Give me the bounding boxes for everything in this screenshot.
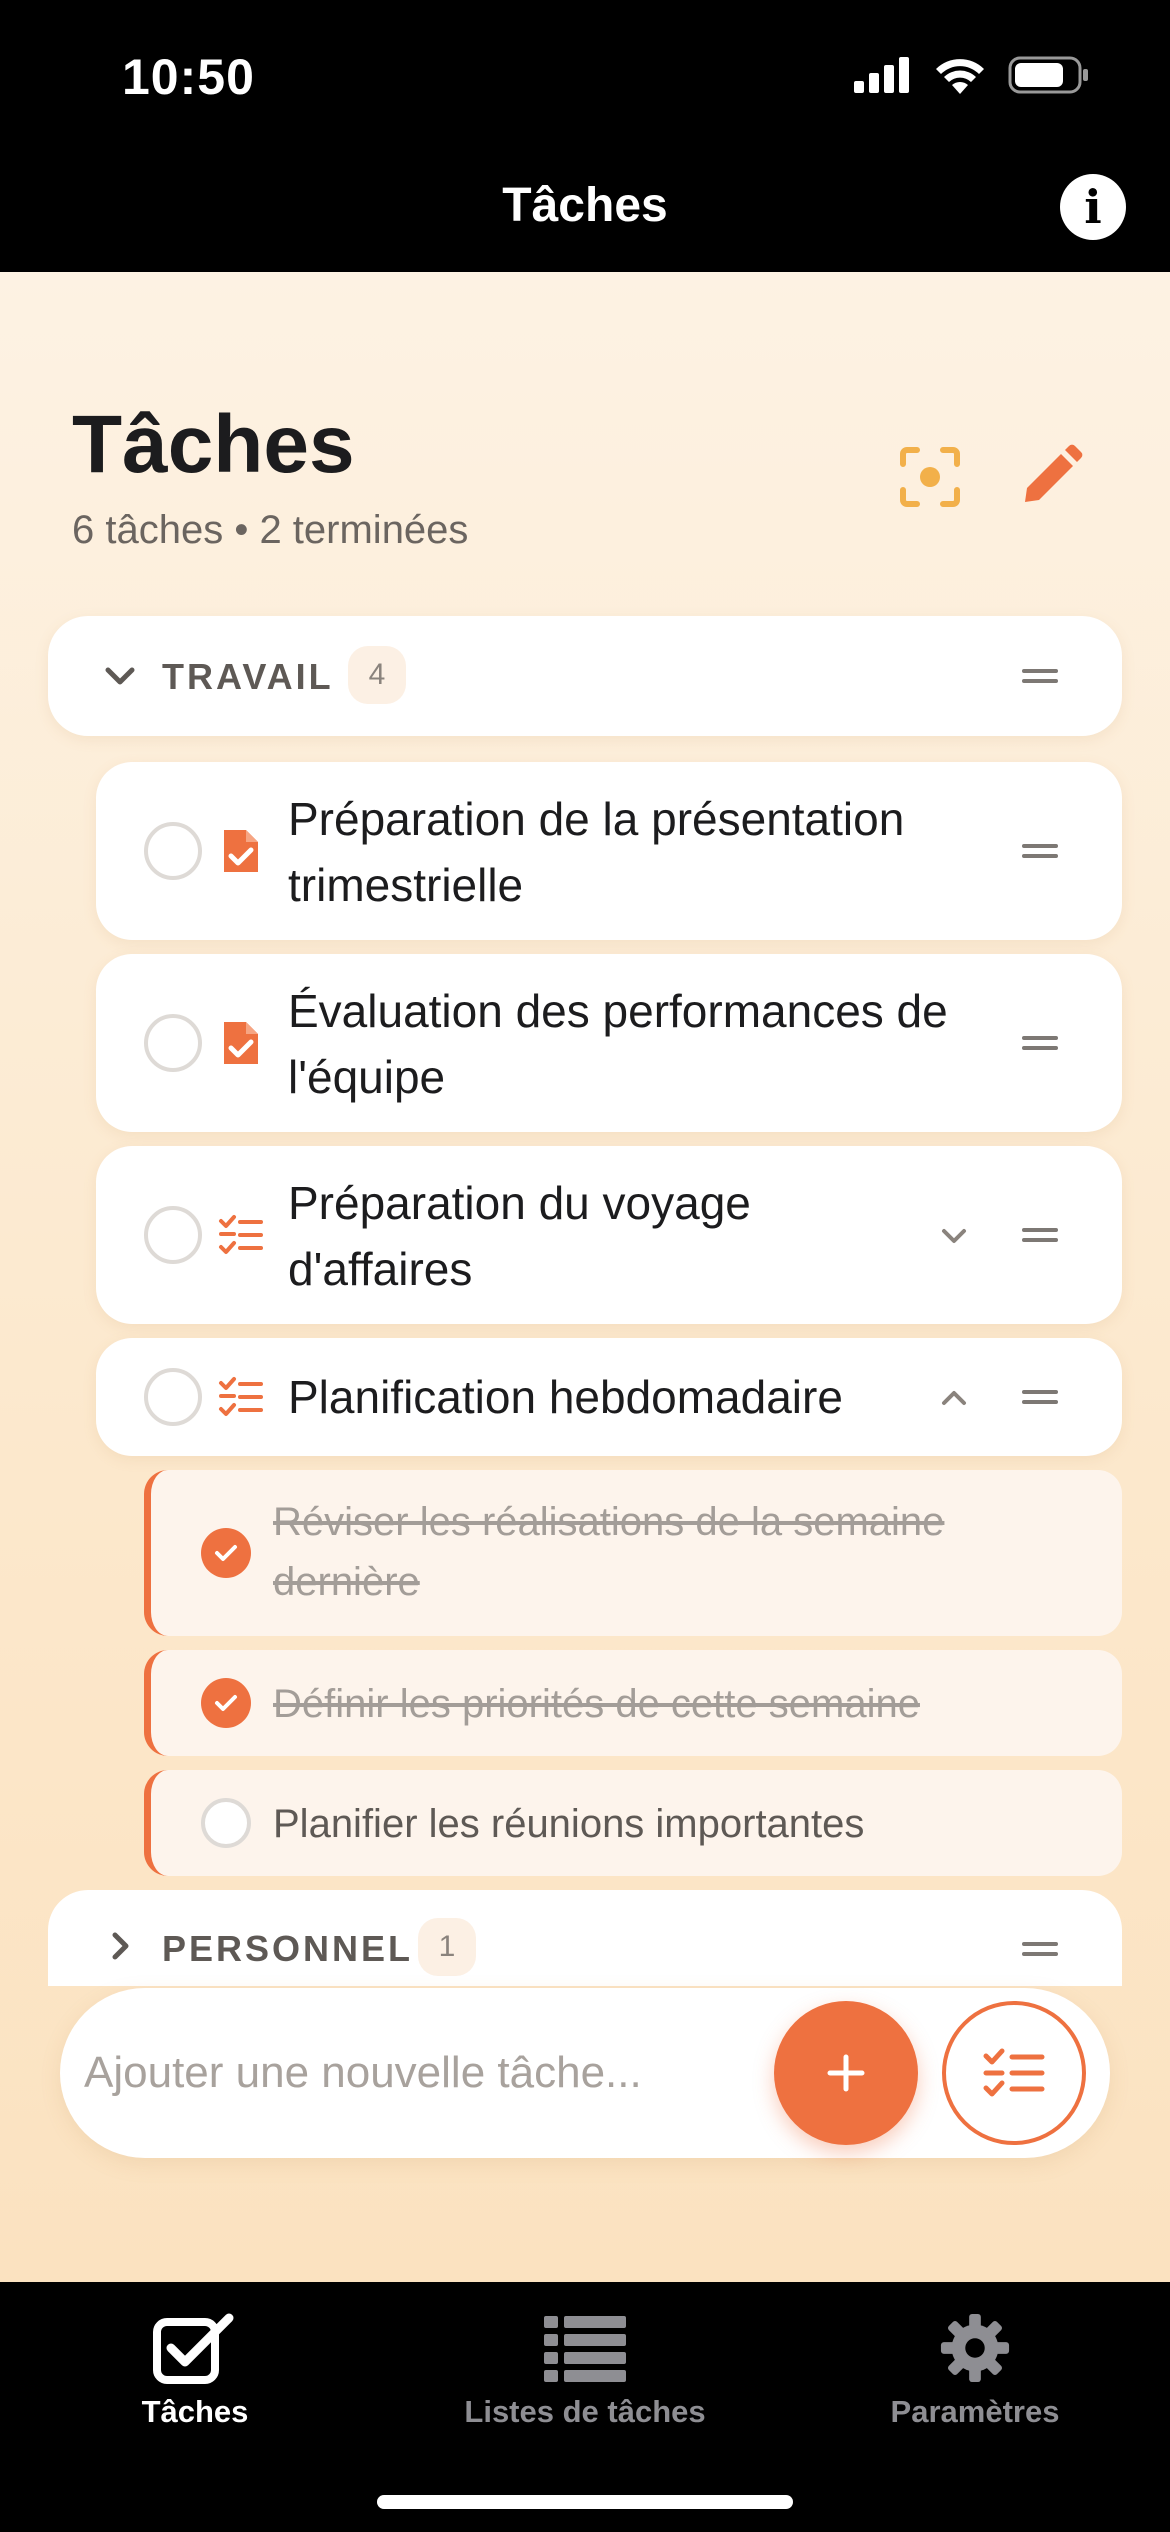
- pencil-icon: [1025, 444, 1083, 502]
- focus-icon: [900, 447, 960, 507]
- subtask-checkbox[interactable]: [201, 1798, 251, 1848]
- main-content: Tâches 6 tâches • 2 terminées TRAVAIL 4 …: [0, 272, 1170, 2282]
- subtask-title: Définir les priorités de cette semaine: [273, 1682, 920, 1726]
- drag-handle-icon[interactable]: [1022, 1228, 1058, 1242]
- group-name: TRAVAIL: [162, 656, 334, 697]
- tab-listes-de-taches[interactable]: Listes de tâches: [390, 2296, 780, 2446]
- status-time: 10:50: [122, 49, 255, 105]
- status-bar: 10:50: [0, 0, 1170, 150]
- checkbox-icon: [153, 2313, 234, 2384]
- signal-icon: [854, 57, 909, 93]
- task-title: Préparation de la présentation trimestri…: [288, 793, 905, 911]
- home-indicator: [377, 2495, 793, 2509]
- add-task-button[interactable]: [774, 2001, 918, 2145]
- tab-taches[interactable]: Tâches: [0, 2296, 390, 2446]
- task-checkbox[interactable]: [144, 1206, 202, 1264]
- checkmark-icon: [215, 1545, 237, 1561]
- subtask-checkbox-checked[interactable]: [201, 1528, 251, 1578]
- group-header-travail[interactable]: TRAVAIL 4: [48, 616, 1122, 736]
- edit-button[interactable]: [1015, 442, 1085, 512]
- tab-label: Paramètres: [890, 2394, 1060, 2429]
- wifi-icon: [936, 59, 984, 94]
- gear-icon: [940, 2313, 1010, 2383]
- group-header-personnel[interactable]: PERSONNEL 1: [48, 1890, 1122, 1986]
- tab-label: Listes de tâches: [464, 2394, 706, 2429]
- plus-icon: [827, 2054, 865, 2092]
- list-icon: [544, 2316, 626, 2382]
- task-title: Planification hebdomadaire: [288, 1371, 843, 1423]
- drag-handle-icon[interactable]: [1022, 844, 1058, 858]
- task-row[interactable]: Planification hebdomadaire: [96, 1338, 1122, 1456]
- subtask-title: Planifier les réunions importantes: [273, 1802, 865, 1846]
- chevron-down-icon[interactable]: [100, 656, 140, 696]
- task-checkbox[interactable]: [144, 1368, 202, 1426]
- battery-icon: [1008, 56, 1088, 94]
- chevron-down-icon[interactable]: [934, 1216, 974, 1256]
- info-icon: i: [1084, 180, 1102, 234]
- drag-handle-icon[interactable]: [1022, 1942, 1058, 1956]
- task-title: Évaluation des performances de l'équipe: [288, 985, 948, 1103]
- drag-handle-icon[interactable]: [1022, 1390, 1058, 1404]
- checklist-icon: [219, 1377, 263, 1416]
- task-row[interactable]: Évaluation des performances de l'équipe: [96, 954, 1122, 1132]
- tab-label: Tâches: [141, 2394, 249, 2429]
- status-icons: [854, 56, 1090, 94]
- task-checkbox[interactable]: [144, 822, 202, 880]
- subtask-row[interactable]: Définir les priorités de cette semaine: [144, 1650, 1122, 1756]
- subtask-checkbox-checked[interactable]: [201, 1678, 251, 1728]
- page-subtitle: 6 tâches • 2 terminées: [72, 508, 469, 552]
- new-task-bar: [60, 1988, 1110, 2158]
- task-title: Préparation du voyage d'affaires: [288, 1177, 751, 1295]
- checklist-icon: [983, 2048, 1045, 2097]
- task-checkbox[interactable]: [144, 1014, 202, 1072]
- nav-bar: Tâches i: [0, 150, 1170, 272]
- document-check-icon: [224, 830, 258, 872]
- tab-parametres[interactable]: Paramètres: [780, 2296, 1170, 2446]
- chevron-up-icon[interactable]: [934, 1378, 974, 1418]
- new-task-input[interactable]: [84, 2028, 774, 2118]
- task-row[interactable]: Préparation du voyage d'affaires: [96, 1146, 1122, 1324]
- group-name: PERSONNEL: [162, 1928, 414, 1969]
- group-count-badge: 4: [348, 646, 406, 704]
- checkmark-icon: [215, 1695, 237, 1711]
- subtask-row[interactable]: Réviser les réalisations de la semaine d…: [144, 1470, 1122, 1636]
- drag-handle-icon[interactable]: [1022, 669, 1058, 683]
- document-check-icon: [224, 1022, 258, 1064]
- checklist-icon: [219, 1215, 263, 1254]
- group-count-badge: 1: [418, 1918, 476, 1976]
- subtask-title: Réviser les réalisations de la semaine d…: [273, 1500, 945, 1604]
- focus-button[interactable]: [895, 442, 965, 512]
- drag-handle-icon[interactable]: [1022, 1036, 1058, 1050]
- subtask-row[interactable]: Planifier les réunions importantes: [144, 1770, 1122, 1876]
- add-checklist-button[interactable]: [942, 2001, 1086, 2145]
- task-row[interactable]: Préparation de la présentation trimestri…: [96, 762, 1122, 940]
- page-title: Tâches: [72, 399, 355, 490]
- nav-title: Tâches: [502, 179, 668, 232]
- info-button[interactable]: i: [1060, 174, 1126, 240]
- chevron-right-icon[interactable]: [100, 1926, 140, 1966]
